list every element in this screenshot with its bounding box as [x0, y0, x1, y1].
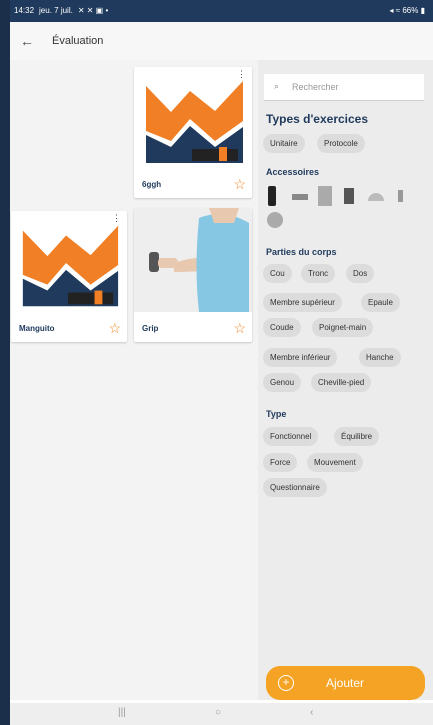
status-time: 14:32: [14, 6, 35, 15]
chip-membre-superieur[interactable]: Membre supérieur: [263, 293, 342, 312]
add-button[interactable]: + Ajouter: [266, 666, 425, 700]
chip-equilibre[interactable]: Équilibre: [334, 427, 380, 446]
chip-force[interactable]: Force: [263, 453, 298, 472]
battery-icon: ▮: [420, 6, 425, 15]
chip-epaule[interactable]: Epaule: [361, 293, 400, 312]
section-title-accessories: Accessoires: [266, 167, 320, 177]
notification-icons: ✕ ✕ ▣ •: [77, 6, 109, 15]
chip-cou[interactable]: Cou: [263, 264, 292, 283]
accessory-ball-icon[interactable]: [267, 212, 283, 228]
chip-fonctionnel[interactable]: Fonctionnel: [263, 427, 319, 446]
exercise-card[interactable]: ⋮ 6ggh ☆: [134, 67, 252, 198]
device-edge: [0, 0, 10, 725]
battery-level: 66%: [402, 6, 419, 15]
wifi-icon: ◂ ≈: [389, 6, 401, 15]
back-arrow-icon[interactable]: ←: [20, 33, 34, 49]
chip-tronc[interactable]: Tronc: [301, 264, 336, 283]
card-title: Manguito: [19, 324, 55, 333]
chip-mouvement[interactable]: Mouvement: [307, 453, 363, 472]
chip-membre-inferieur[interactable]: Membre inférieur: [263, 348, 338, 367]
exercise-card[interactable]: ⋮ Manguito ☆: [11, 211, 127, 342]
filter-panel: ⌕ Rechercher Types d'exercices Unitaire …: [258, 60, 433, 700]
chip-genou[interactable]: Genou: [263, 373, 302, 392]
accessory-board-icon[interactable]: [318, 186, 332, 206]
search-placeholder: Rechercher: [292, 82, 339, 92]
section-title-body-parts: Parties du corps: [266, 247, 337, 257]
back-nav-icon[interactable]: ‹: [310, 707, 313, 718]
chip-questionnaire[interactable]: Questionnaire: [263, 478, 327, 497]
page-title: Évaluation: [52, 35, 104, 47]
exercise-card[interactable]: Grip ☆: [134, 208, 252, 342]
exercise-logo: [22, 225, 119, 307]
search-icon: ⌕: [274, 81, 280, 91]
card-title: 6ggh: [142, 180, 162, 189]
accessory-device-icon[interactable]: [344, 188, 354, 204]
chip-poignet-main[interactable]: Poignet-main: [312, 318, 374, 337]
exercise-logo: [146, 81, 243, 163]
exercise-photo: [134, 208, 252, 312]
chip-protocole[interactable]: Protocole: [317, 134, 365, 153]
recent-apps-icon[interactable]: |||: [118, 707, 126, 718]
chip-dos[interactable]: Dos: [346, 264, 375, 283]
star-icon[interactable]: ☆: [108, 320, 121, 337]
system-nav-bar: ||| ○ ‹: [10, 703, 433, 725]
accessory-grip-icon[interactable]: [268, 186, 276, 206]
card-title: Grip: [142, 324, 159, 333]
accessory-bar-icon[interactable]: [292, 194, 308, 200]
accessory-small-icon[interactable]: [398, 190, 403, 202]
home-icon[interactable]: ○: [215, 707, 221, 718]
star-icon[interactable]: ☆: [233, 176, 246, 193]
add-button-label: Ajouter: [326, 676, 365, 690]
accessory-dome-icon[interactable]: [368, 193, 384, 201]
star-icon[interactable]: ☆: [233, 320, 246, 337]
chip-hanche[interactable]: Hanche: [359, 348, 401, 367]
chip-cheville-pied[interactable]: Cheville-pied: [311, 373, 372, 392]
section-title-exercise-types: Types d'exercices: [266, 112, 369, 126]
app-bar: ← Évaluation: [10, 22, 433, 61]
chip-coude[interactable]: Coude: [263, 318, 301, 337]
chip-unitaire[interactable]: Unitaire: [263, 134, 305, 153]
status-bar: 14:32 jeu. 7 juil. ✕ ✕ ▣ • ◂ ≈ 66% ▮: [10, 0, 433, 22]
plus-circle-icon: +: [278, 675, 294, 691]
section-title-type: Type: [266, 409, 287, 419]
status-date: jeu. 7 juil.: [39, 6, 73, 15]
search-input[interactable]: ⌕ Rechercher: [264, 74, 424, 101]
